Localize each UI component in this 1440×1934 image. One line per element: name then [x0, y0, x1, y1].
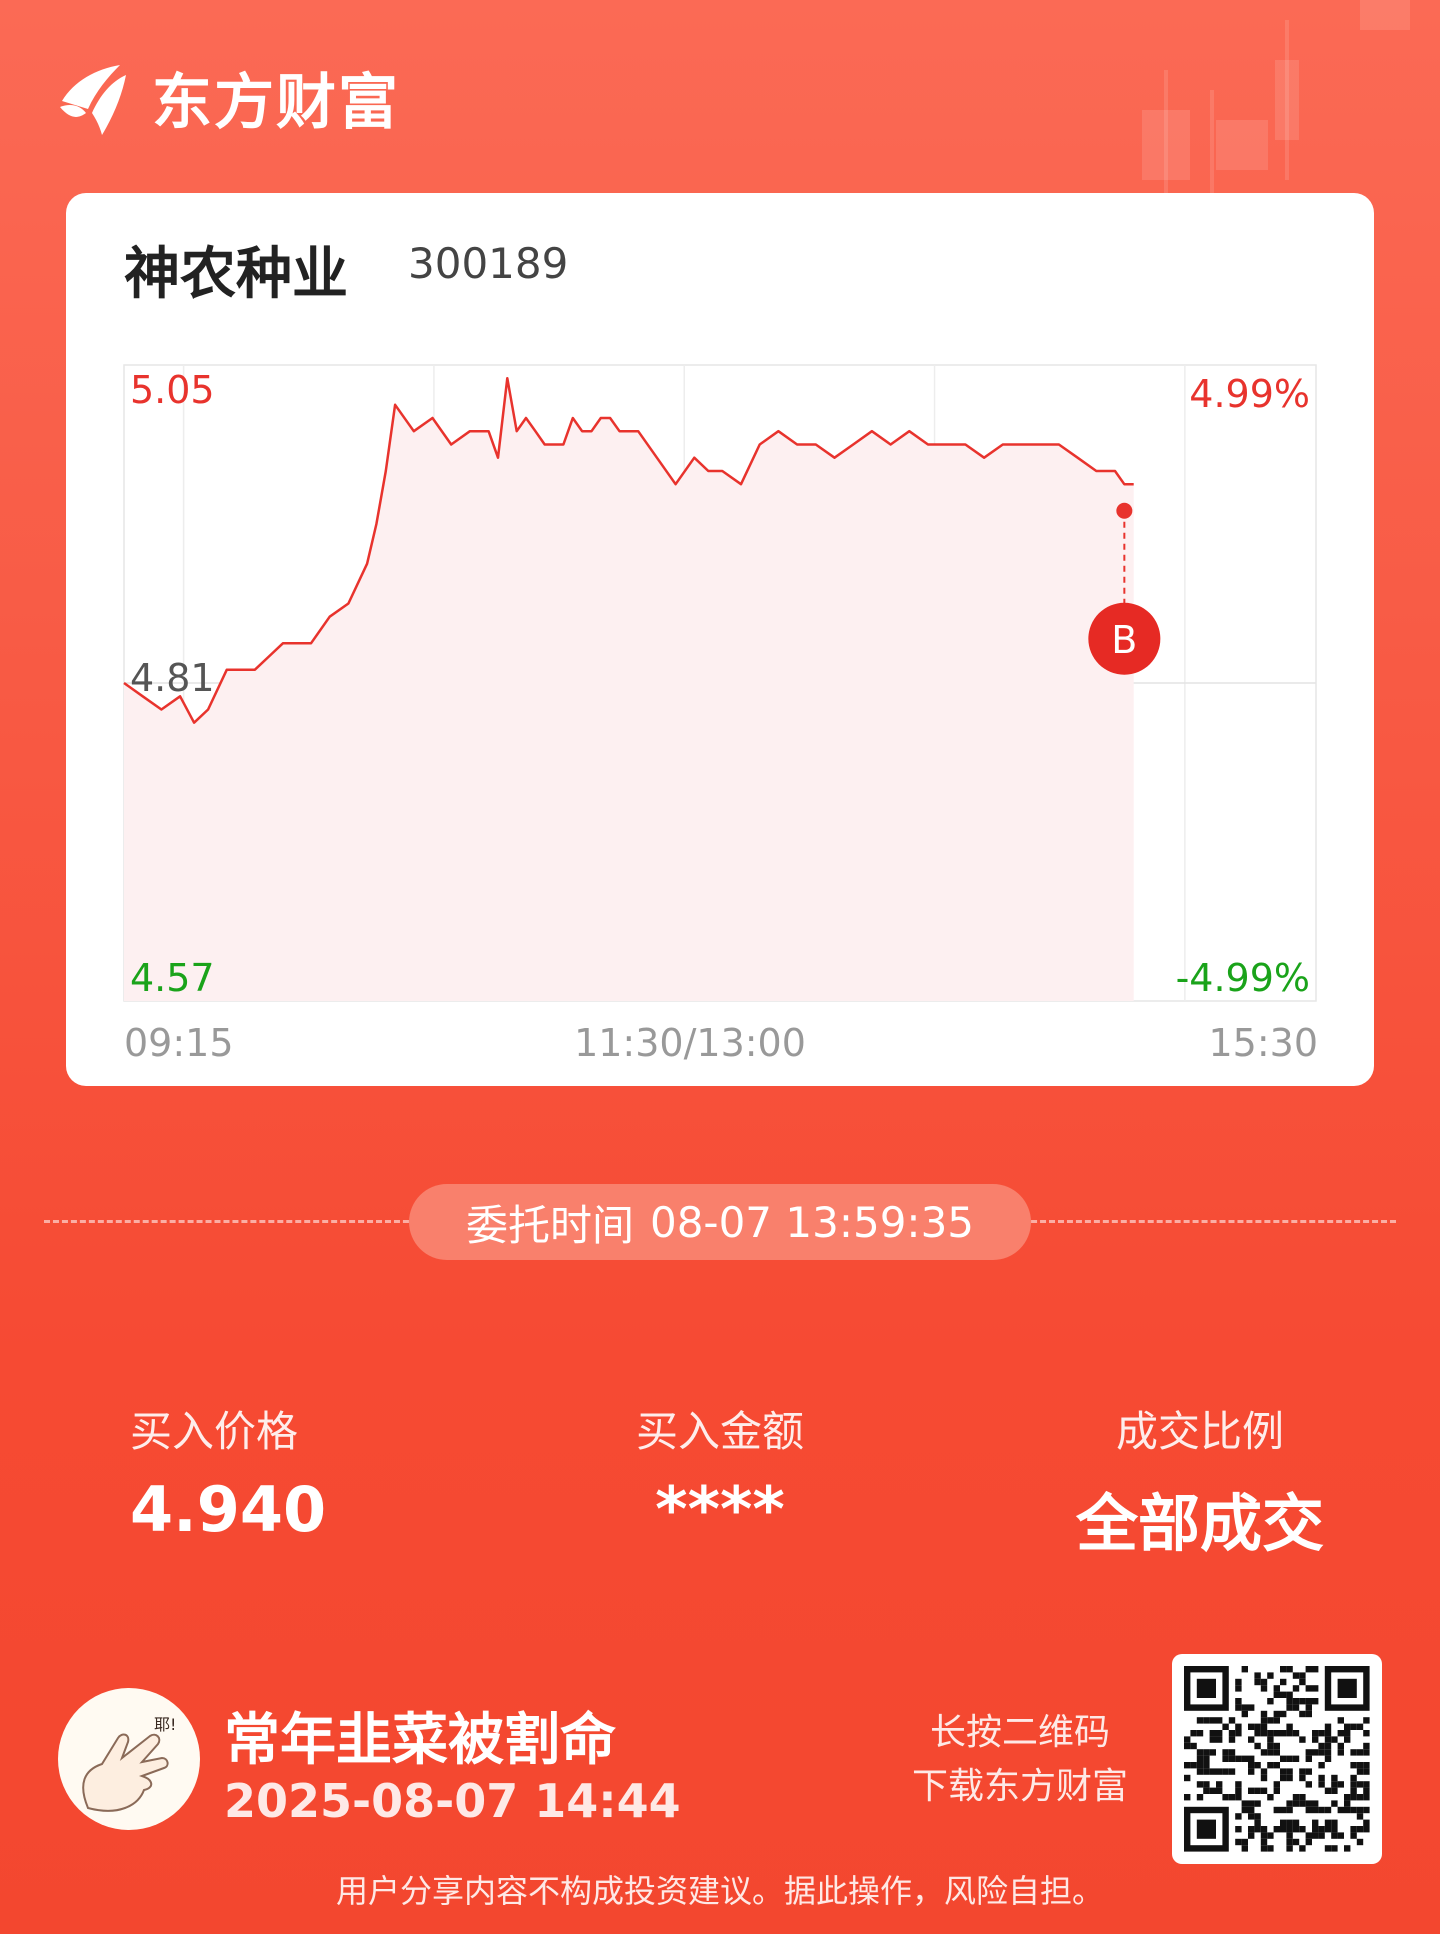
qr-caption-line: 长按二维码: [929, 1712, 1110, 1753]
avatar-hand-icon: 耶!: [82, 1715, 176, 1812]
qr-code-icon: [1184, 1666, 1370, 1852]
y-label-low: 4.57: [130, 956, 215, 1000]
stock-code: 300189: [408, 239, 569, 288]
pct-label-high: 4.99%: [1189, 372, 1310, 416]
disclaimer: 用户分享内容不构成投资建议。据此操作，风险自担。: [335, 1872, 1104, 1910]
stat-value: 4.940: [130, 1473, 327, 1546]
svg-text:耶!: 耶!: [154, 1715, 176, 1734]
qr-caption: 长按二维码 下载东方财富: [880, 1706, 1160, 1814]
y-label-high: 5.05: [130, 368, 215, 412]
x-label-start: 09:15: [124, 1021, 234, 1065]
brand-name: 东方财富: [152, 67, 400, 138]
stock-name: 神农种业: [124, 242, 348, 307]
eastmoney-logo-icon: [60, 65, 126, 135]
stat-buy-amount: 买入金额 ****: [600, 1398, 840, 1546]
buy-marker-label: B: [1111, 618, 1137, 662]
avatar: 耶!: [58, 1688, 200, 1830]
order-time-value: 08-07 13:59:35: [649, 1197, 975, 1247]
stat-fill-ratio: 成交比例 全部成交: [1040, 1398, 1360, 1563]
stock-chart-card: 5.05 4.81 4.57 4.99% -4.99% 09:15 11:30/13:00 1…: [66, 193, 1374, 1086]
stat-label: 成交比例: [1115, 1407, 1284, 1456]
qr-caption-line: 下载东方财富: [911, 1766, 1128, 1807]
user-name: 常年韭菜被割命: [224, 1708, 616, 1773]
price-area-fill: [124, 378, 1134, 1001]
x-label-end: 15:30: [1208, 1021, 1318, 1065]
pct-label-low: -4.99%: [1176, 956, 1310, 1000]
stat-buy-price: 买入价格 4.940: [130, 1398, 350, 1546]
brand-header: 东方财富: [56, 52, 400, 142]
stat-label: 买入金额: [635, 1407, 804, 1456]
intraday-chart: 5.05 4.81 4.57 4.99% -4.99% 09:15 11:30/13:00 1…: [123, 364, 1318, 1065]
qr-code[interactable]: [1172, 1654, 1382, 1864]
stat-value: 全部成交: [1075, 1487, 1324, 1560]
order-time-label: 委托时间: [465, 1200, 634, 1250]
order-time-pill: 委托时间 08-07 13:59:35: [409, 1184, 1031, 1260]
x-label-mid: 11:30/13:00: [574, 1021, 806, 1065]
share-time: 2025-08-07 14:44: [224, 1774, 681, 1828]
y-label-mid: 4.81: [130, 656, 215, 700]
stat-value: ****: [655, 1473, 785, 1546]
stat-label: 买入价格: [130, 1407, 299, 1456]
